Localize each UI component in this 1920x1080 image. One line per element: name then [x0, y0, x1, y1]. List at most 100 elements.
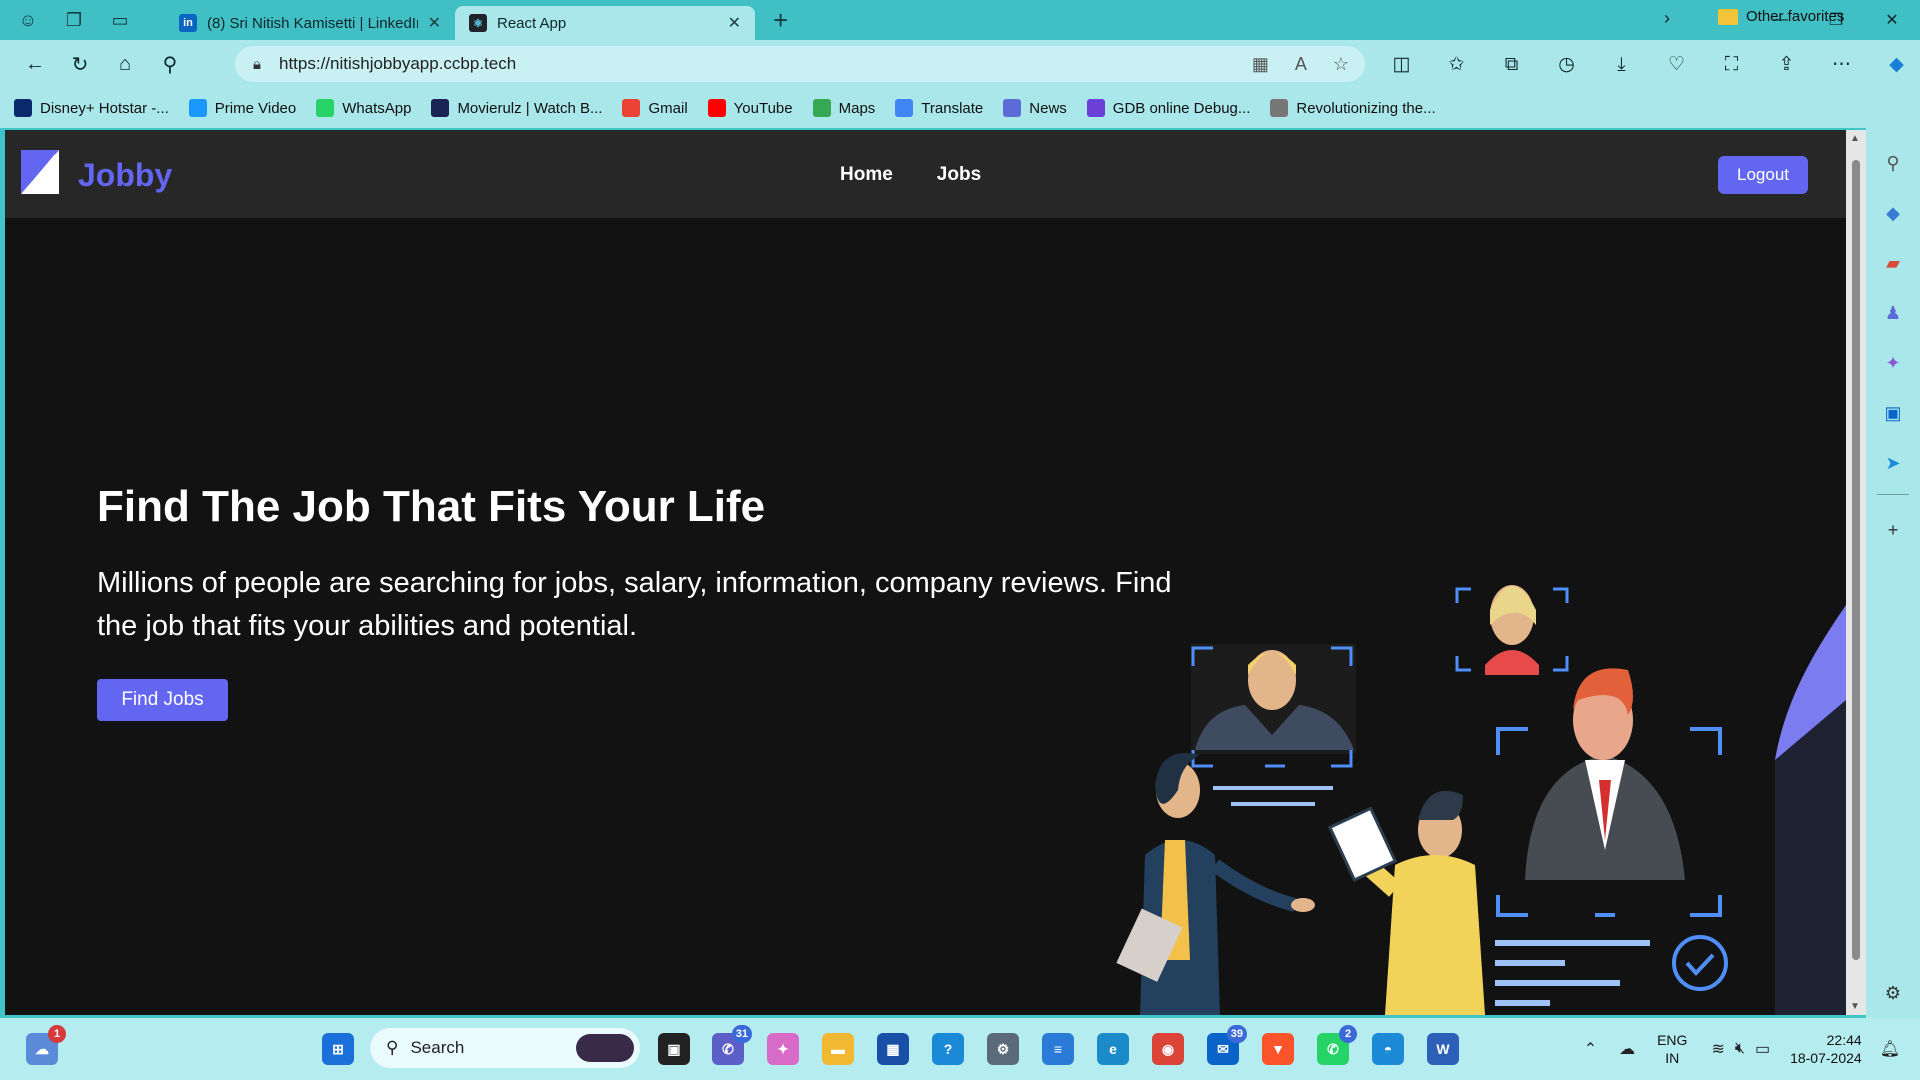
- docker-icon[interactable]: ◓: [1372, 1033, 1404, 1065]
- browser-essentials-icon[interactable]: ♡: [1660, 48, 1693, 81]
- bookmark-item[interactable]: Gmail: [622, 99, 688, 117]
- tab-linkedin[interactable]: in (8) Sri Nitish Kamisetti | LinkedIn ✕: [165, 6, 455, 40]
- notification-bell-icon[interactable]: 🔔︎: [1880, 1039, 1900, 1059]
- games-icon[interactable]: ♟: [1878, 298, 1908, 328]
- bookmark-label: Translate: [921, 99, 984, 117]
- app-available-icon[interactable]: ▦: [1252, 54, 1269, 75]
- volume-muted-icon[interactable]: 🔇︎: [1735, 1040, 1745, 1058]
- task-view-icon[interactable]: ▣: [658, 1033, 690, 1065]
- other-favorites[interactable]: Other favorites: [1718, 8, 1844, 25]
- taskbar-search[interactable]: ⚲ Search: [370, 1028, 640, 1068]
- url-text[interactable]: https://nitishjobbyapp.ccbp.tech: [279, 54, 516, 74]
- address-bar[interactable]: 🔒︎ https://nitishjobbyapp.ccbp.tech ▦ A …: [235, 46, 1365, 82]
- nav-jobs[interactable]: Jobs: [937, 164, 981, 186]
- search-icon[interactable]: ⚲: [1878, 148, 1908, 178]
- lock-icon[interactable]: 🔒︎: [253, 56, 261, 73]
- close-window-button[interactable]: ✕: [1864, 0, 1920, 40]
- send-icon[interactable]: ➤: [1878, 448, 1908, 478]
- lang-bottom: IN: [1665, 1050, 1680, 1066]
- logout-button[interactable]: Logout: [1718, 156, 1808, 194]
- get-help-icon[interactable]: ?: [932, 1033, 964, 1065]
- bookmark-item[interactable]: WhatsApp: [316, 99, 411, 117]
- word-icon[interactable]: W: [1427, 1033, 1459, 1065]
- back-icon[interactable]: ←: [15, 44, 55, 84]
- settings-gear-icon[interactable]: ⚙: [1878, 978, 1908, 1008]
- chrome-icon[interactable]: ◉: [1152, 1033, 1184, 1065]
- search-icon[interactable]: ⚲: [150, 44, 190, 84]
- microsoft-store-icon[interactable]: ▦: [877, 1033, 909, 1065]
- weather-icon[interactable]: ☁ 1: [26, 1025, 66, 1065]
- teams-icon[interactable]: ✆ 31: [712, 1025, 752, 1065]
- close-tab-icon[interactable]: ✕: [728, 13, 741, 33]
- tab-react-app[interactable]: ⚛ React App ✕: [455, 6, 755, 40]
- edge-sidebar: ⚲ ◆ ▰ ♟ ✦ ▣ ➤ + ⚙: [1866, 128, 1920, 1018]
- outlook-icon[interactable]: ▣: [1878, 398, 1908, 428]
- favorite-star-icon[interactable]: ☆: [1333, 54, 1349, 75]
- movierulz-icon: [431, 99, 450, 117]
- share-icon[interactable]: ⇪: [1770, 48, 1803, 81]
- copilot-icon[interactable]: ✦: [767, 1033, 799, 1065]
- tab-actions-icon[interactable]: ▭: [106, 6, 134, 34]
- bookmark-item[interactable]: Maps: [812, 99, 875, 117]
- downloads-icon[interactable]: ⤓: [1605, 48, 1638, 81]
- brand-name[interactable]: Jobby: [78, 157, 172, 194]
- bookmark-item[interactable]: Revolutionizing the...: [1270, 99, 1436, 117]
- windows-start-icon[interactable]: ⊞: [322, 1033, 354, 1065]
- home-icon[interactable]: ⌂: [105, 44, 145, 84]
- settings-icon[interactable]: ⚙: [987, 1033, 1019, 1065]
- scroll-down-icon[interactable]: ▼: [1850, 1001, 1860, 1012]
- chevron-up-icon[interactable]: ⌃: [1584, 1039, 1597, 1059]
- bookmark-item[interactable]: Disney+ Hotstar -...: [14, 99, 169, 117]
- wifi-icon[interactable]: ≋: [1711, 1039, 1724, 1059]
- copilot-icon[interactable]: ✦: [1878, 348, 1908, 378]
- refresh-icon[interactable]: ↻: [60, 44, 100, 84]
- file-explorer-icon[interactable]: ▬: [822, 1033, 854, 1065]
- nav-home[interactable]: Home: [840, 164, 893, 186]
- notepad-icon[interactable]: ≡: [1042, 1033, 1074, 1065]
- react-icon: ⚛: [469, 14, 487, 32]
- battery-icon[interactable]: ▭: [1755, 1039, 1770, 1059]
- tools-icon[interactable]: ▰: [1878, 248, 1908, 278]
- split-screen-icon[interactable]: ◫: [1385, 48, 1418, 81]
- bookmark-label: WhatsApp: [342, 99, 412, 117]
- new-tab-button[interactable]: +: [773, 5, 788, 36]
- workspaces-icon[interactable]: ❐: [60, 6, 88, 34]
- more-menu-icon[interactable]: ⋯: [1825, 48, 1858, 81]
- scroll-up-icon[interactable]: ▲: [1850, 133, 1860, 144]
- whatsapp-icon[interactable]: ✆ 2: [1317, 1025, 1357, 1065]
- bookmark-item[interactable]: Prime Video: [188, 99, 296, 117]
- bookmark-item[interactable]: GDB online Debug...: [1086, 99, 1251, 117]
- history-icon[interactable]: ◷: [1550, 48, 1583, 81]
- shopping-icon[interactable]: ◆: [1878, 198, 1908, 228]
- language-indicator[interactable]: ENG IN: [1657, 1031, 1687, 1067]
- copilot-icon[interactable]: ◆: [1880, 48, 1913, 81]
- lang-top: ENG: [1657, 1032, 1688, 1048]
- jobby-logo-icon[interactable]: [21, 150, 59, 194]
- bookmark-item[interactable]: Translate: [895, 99, 983, 117]
- onedrive-icon[interactable]: ☁: [1619, 1039, 1635, 1059]
- find-jobs-button[interactable]: Find Jobs: [97, 679, 228, 721]
- clock[interactable]: 22:44 18-07-2024: [1790, 1031, 1862, 1067]
- favorites-icon[interactable]: ✩: [1440, 48, 1473, 81]
- chevron-right-icon[interactable]: ›: [1664, 8, 1670, 29]
- bookmark-item[interactable]: News: [1003, 99, 1067, 117]
- add-icon[interactable]: +: [1878, 515, 1908, 545]
- close-tab-icon[interactable]: ✕: [428, 13, 441, 33]
- mail-icon[interactable]: ✉ 39: [1207, 1025, 1247, 1065]
- tab-title: (8) Sri Nitish Kamisetti | LinkedIn: [207, 14, 418, 32]
- page-scrollbar[interactable]: ▲ ▼: [1846, 130, 1866, 1015]
- bookmark-label: GDB online Debug...: [1112, 99, 1251, 117]
- profile-icon[interactable]: ☺: [14, 6, 42, 34]
- scrollbar-thumb[interactable]: [1852, 160, 1860, 960]
- hero-title: Find The Job That Fits Your Life: [97, 482, 766, 531]
- app-header: Jobby Home Jobs Logout: [5, 130, 1846, 218]
- bookmark-item[interactable]: Movierulz | Watch B...: [431, 99, 602, 117]
- bookmark-item[interactable]: YouTube: [707, 99, 793, 117]
- edge-icon[interactable]: e: [1097, 1033, 1129, 1065]
- tab-title: React App: [497, 14, 567, 32]
- brave-icon[interactable]: ▼: [1262, 1033, 1294, 1065]
- collections-icon[interactable]: ⧉: [1495, 48, 1528, 81]
- screenshot-icon[interactable]: ⛶: [1715, 48, 1748, 81]
- read-aloud-icon[interactable]: A: [1295, 54, 1307, 75]
- search-placeholder: Search: [410, 1038, 465, 1057]
